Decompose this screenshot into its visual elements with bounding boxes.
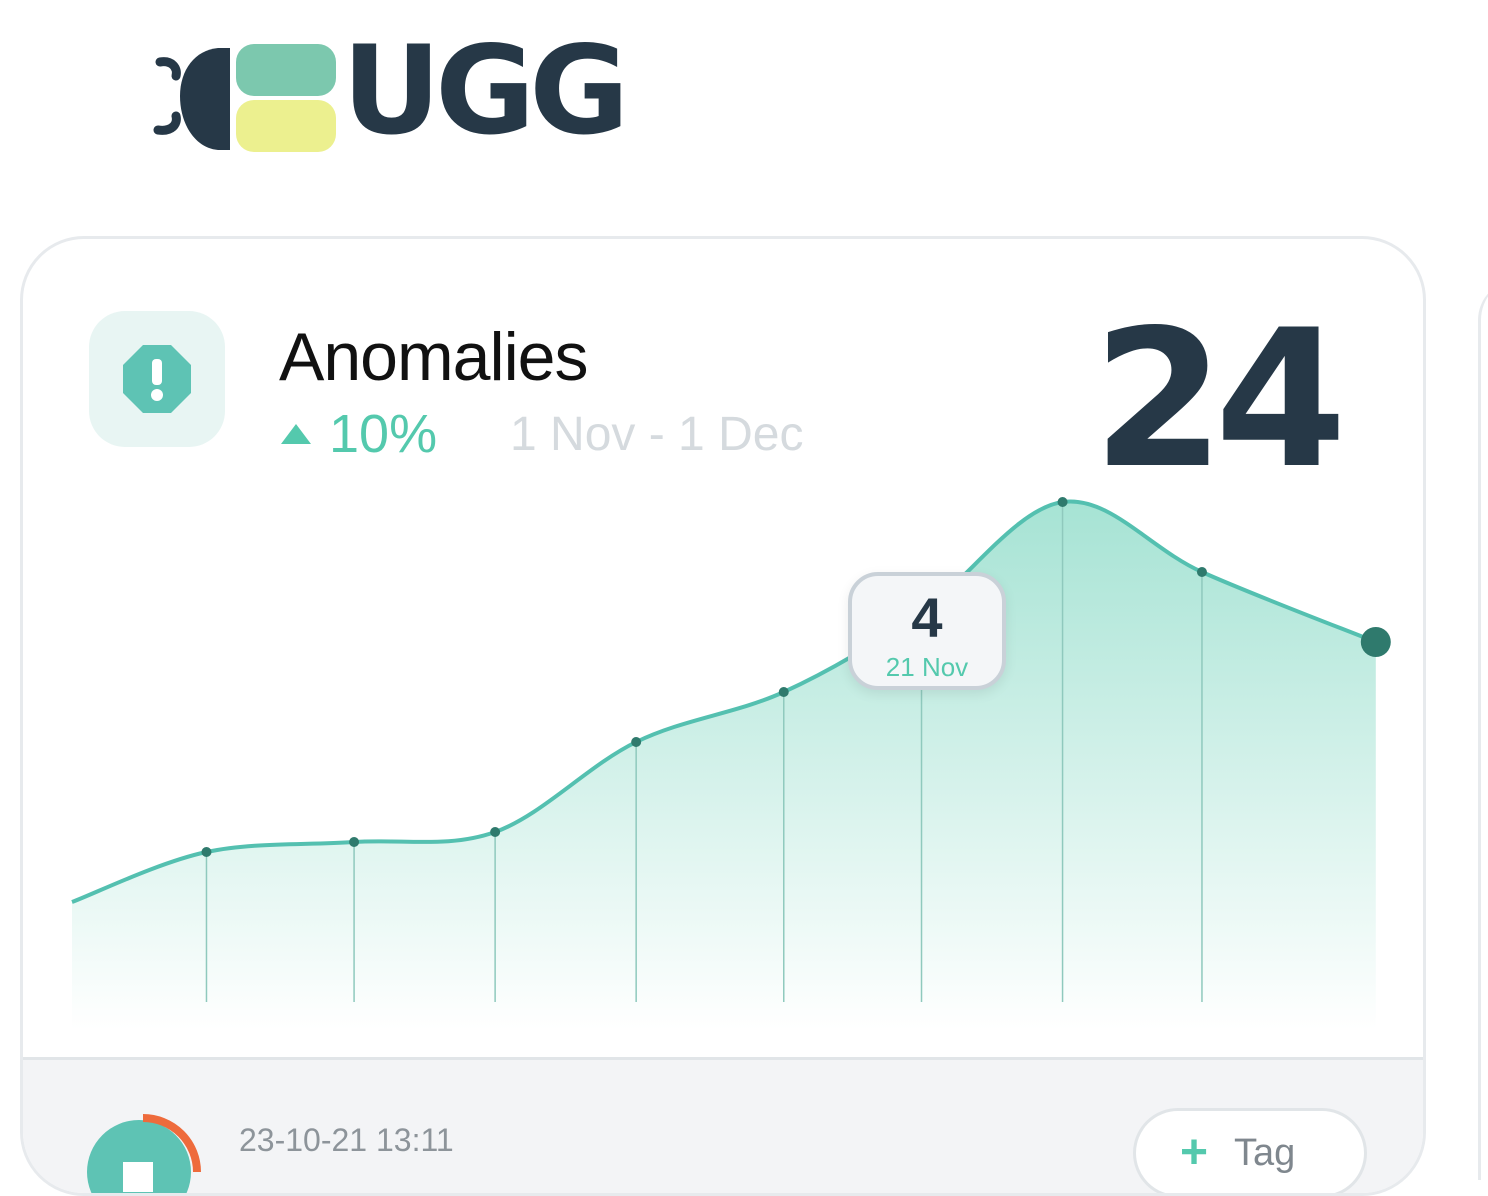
bug-mark-icon <box>153 44 336 152</box>
event-timestamp: 23-10-21 13:11 <box>239 1122 454 1158</box>
tooltip-date: 21 Nov <box>885 652 969 682</box>
card-title: Anomalies <box>279 319 588 395</box>
add-tag-button[interactable]: + Tag <box>1133 1108 1367 1193</box>
anomalies-badge <box>89 311 225 447</box>
plus-icon: + <box>1180 1126 1209 1179</box>
avatar-progress-ring-icon <box>87 1114 201 1193</box>
card-footer: 23-10-21 13:11 + Tag <box>23 1057 1423 1193</box>
change-percent: 10% <box>329 404 438 464</box>
anomalies-card[interactable]: Anomalies 10% 1 Nov - 1 Dec 24 23-10-21 … <box>20 236 1426 1196</box>
chart-tooltip: 4 21 Nov <box>848 572 1006 690</box>
tag-label: Tag <box>1234 1131 1296 1174</box>
arrow-up-icon <box>281 424 311 444</box>
date-range[interactable]: 1 Nov - 1 Dec <box>510 411 803 459</box>
bugg-logo: UGG <box>150 30 670 155</box>
adjacent-card-edge <box>1478 280 1488 1180</box>
tooltip-value: 4 <box>911 586 943 649</box>
avatar[interactable] <box>85 1088 205 1193</box>
alert-octagon-icon <box>123 345 191 413</box>
change-indicator: 10% <box>281 407 437 461</box>
logo-text: UGG <box>342 20 629 162</box>
anomaly-count: 24 <box>1092 289 1347 510</box>
